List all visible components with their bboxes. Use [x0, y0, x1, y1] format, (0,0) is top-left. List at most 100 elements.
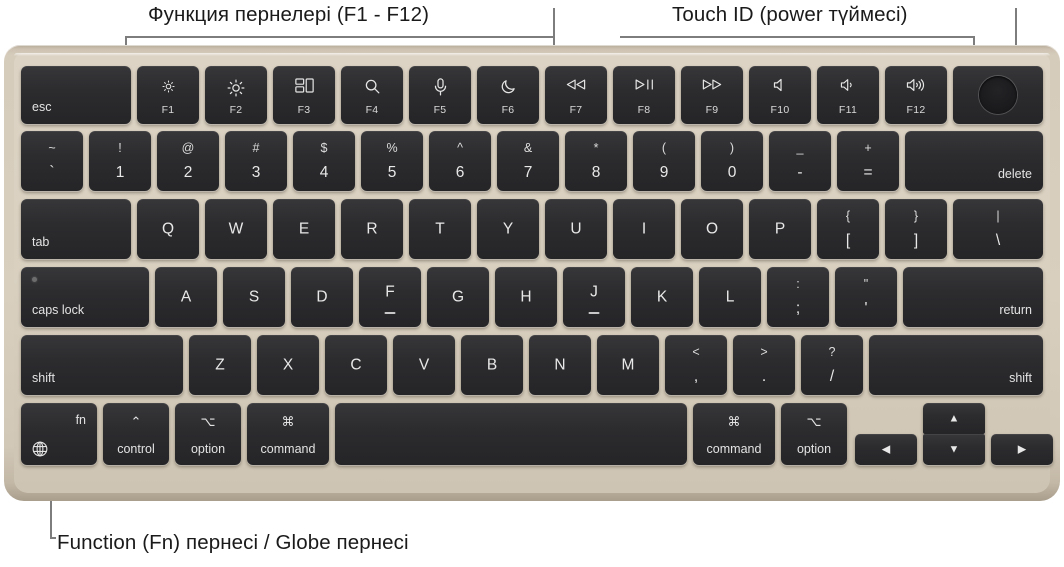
key-comma[interactable]: < ,	[665, 335, 727, 395]
key-shift-left[interactable]: shift	[21, 335, 183, 395]
key-u[interactable]: U	[545, 199, 607, 259]
key-command-left[interactable]: ⌘ command	[247, 403, 329, 465]
key-slash[interactable]: ? /	[801, 335, 863, 395]
key-command-right[interactable]: ⌘ command	[693, 403, 775, 465]
key-k[interactable]: K	[631, 267, 693, 327]
arrow-left-icon: ◀	[881, 443, 891, 455]
key-f9[interactable]: F9	[681, 66, 743, 124]
key-arrow-left[interactable]: ◀	[855, 434, 917, 465]
arrow-down-icon: ▼	[948, 443, 960, 455]
dictation-mic-icon	[409, 78, 471, 96]
key-m[interactable]: M	[597, 335, 659, 395]
key-e[interactable]: E	[273, 199, 335, 259]
annotation-touch-id-label: Touch ID (power түймесі)	[672, 3, 908, 26]
key-f7[interactable]: F7	[545, 66, 607, 124]
key-6[interactable]: ^ 6	[429, 131, 491, 191]
key-c[interactable]: C	[325, 335, 387, 395]
key-f8[interactable]: F8	[613, 66, 675, 124]
key-z[interactable]: Z	[189, 335, 251, 395]
key-caps-lock[interactable]: caps lock	[21, 267, 149, 327]
key-9[interactable]: ( 9	[633, 131, 695, 191]
key-s[interactable]: S	[223, 267, 285, 327]
key-option-right[interactable]: ⌥ option	[781, 403, 847, 465]
key-x[interactable]: X	[257, 335, 319, 395]
key-8[interactable]: * 8	[565, 131, 627, 191]
key-arrow-right[interactable]: ▶	[991, 434, 1053, 465]
play-pause-icon	[613, 78, 675, 91]
key-f[interactable]: F	[359, 267, 421, 327]
key-quote[interactable]: " '	[835, 267, 897, 327]
key-n[interactable]: N	[529, 335, 591, 395]
key-5[interactable]: % 5	[361, 131, 423, 191]
key-esc-label: esc	[32, 99, 52, 114]
key-t[interactable]: T	[409, 199, 471, 259]
key-0[interactable]: ) 0	[701, 131, 763, 191]
key-backslash[interactable]: | \	[953, 199, 1043, 259]
key-b[interactable]: B	[461, 335, 523, 395]
key-f2[interactable]: F2	[205, 66, 267, 124]
key-o[interactable]: O	[681, 199, 743, 259]
key-slash-label: /	[829, 367, 835, 385]
key-3[interactable]: # 3	[225, 131, 287, 191]
key-v[interactable]: V	[393, 335, 455, 395]
key-d-label: D	[316, 288, 328, 306]
key-command-right-symbol: ⌘	[727, 414, 741, 429]
key-9-shift-label: (	[661, 141, 667, 155]
key-period[interactable]: > .	[733, 335, 795, 395]
key-shift-right[interactable]: shift	[869, 335, 1043, 395]
keyboard-chassis: esc F1 F2 F3 F4 F5 F6 F7 F8 F9 F10 F11 F…	[4, 45, 1060, 501]
key-f5[interactable]: F5	[409, 66, 471, 124]
key-h[interactable]: H	[495, 267, 557, 327]
key-f6[interactable]: F6	[477, 66, 539, 124]
key-touch-id[interactable]	[953, 66, 1043, 124]
key-2[interactable]: @ 2	[157, 131, 219, 191]
key-5-label: 5	[387, 163, 397, 181]
key-minus[interactable]: _ -	[769, 131, 831, 191]
key-l[interactable]: L	[699, 267, 761, 327]
key-arrow-down[interactable]: ▼	[923, 434, 985, 465]
key-arrow-up[interactable]: ▲	[923, 403, 985, 434]
key-8-shift-label: *	[593, 141, 599, 155]
key-option-right-symbol: ⌥	[806, 414, 822, 429]
key-1[interactable]: ! 1	[89, 131, 151, 191]
key-4[interactable]: $ 4	[293, 131, 355, 191]
key-f3[interactable]: F3	[273, 66, 335, 124]
key-q[interactable]: Q	[137, 199, 199, 259]
key-d[interactable]: D	[291, 267, 353, 327]
key-g[interactable]: G	[427, 267, 489, 327]
key-delete[interactable]: delete	[905, 131, 1043, 191]
key-esc[interactable]: esc	[21, 66, 131, 124]
key-y[interactable]: Y	[477, 199, 539, 259]
key-tab[interactable]: tab	[21, 199, 131, 259]
key-1-label: 1	[115, 163, 125, 181]
key-j[interactable]: J	[563, 267, 625, 327]
key-f12[interactable]: F12	[885, 66, 947, 124]
key-j-label: J	[590, 283, 598, 301]
key-p[interactable]: P	[749, 199, 811, 259]
key-f4[interactable]: F4	[341, 66, 403, 124]
arrow-up-icon: ▲	[948, 412, 960, 424]
key-r[interactable]: R	[341, 199, 403, 259]
key-bracket-left[interactable]: { [	[817, 199, 879, 259]
key-f1[interactable]: F1	[137, 66, 199, 124]
volume-down-icon	[817, 78, 879, 92]
key-fn-globe[interactable]: fn	[21, 403, 97, 465]
brightness-down-icon	[137, 78, 199, 95]
key-grave[interactable]: ~ `	[21, 131, 83, 191]
key-control[interactable]: ⌃ control	[103, 403, 169, 465]
key-7[interactable]: & 7	[497, 131, 559, 191]
volume-up-icon	[885, 78, 947, 92]
key-bracket-right[interactable]: } ]	[885, 199, 947, 259]
key-equal[interactable]: + =	[837, 131, 899, 191]
key-a[interactable]: A	[155, 267, 217, 327]
key-f11[interactable]: F11	[817, 66, 879, 124]
key-f10[interactable]: F10	[749, 66, 811, 124]
key-return[interactable]: return	[903, 267, 1043, 327]
key-i[interactable]: I	[613, 199, 675, 259]
key-space[interactable]	[335, 403, 687, 465]
key-equal-shift-label: +	[864, 141, 872, 155]
key-semicolon[interactable]: : ;	[767, 267, 829, 327]
key-option-left[interactable]: ⌥ option	[175, 403, 241, 465]
key-w[interactable]: W	[205, 199, 267, 259]
key-f-label: F	[385, 283, 395, 301]
